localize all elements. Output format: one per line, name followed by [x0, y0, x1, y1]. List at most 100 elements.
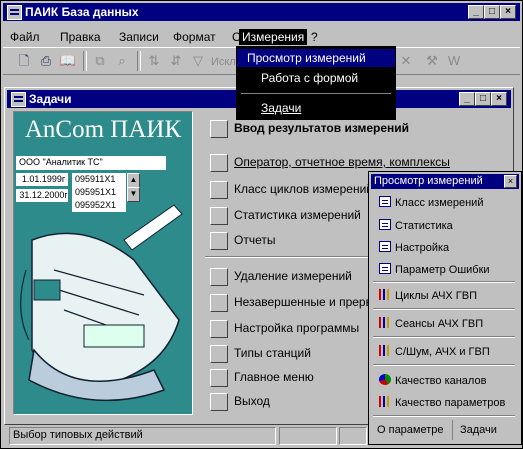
dropdown-item-label: Работа с формой — [261, 71, 359, 85]
palette-divider — [373, 308, 515, 310]
palette-divider — [373, 336, 515, 338]
palette-item-measure-class[interactable]: Класс измерений — [379, 196, 483, 209]
palette-tasks-button[interactable]: Задачи — [460, 424, 497, 436]
pie-chart-icon — [379, 374, 391, 385]
delete-measurements-label: Удаление измерений — [234, 269, 352, 283]
dropdown-separator — [241, 93, 391, 94]
palette-item-label: Настройка — [395, 242, 450, 254]
tasks-minimize-button[interactable]: _ — [459, 92, 475, 106]
palette-item-label: Качество параметров — [395, 397, 506, 409]
app-icon — [7, 5, 22, 20]
palette-item-cycles[interactable]: Циклы АЧХ ГВП — [379, 289, 477, 302]
find-icon[interactable]: ⌕ — [113, 52, 131, 70]
close-button[interactable]: × — [500, 5, 516, 19]
copy-icon[interactable]: ⧉ — [91, 52, 109, 70]
toolbar-separator — [137, 51, 141, 71]
exit-button[interactable] — [210, 393, 228, 411]
tasks-window-icon — [11, 92, 26, 107]
palette-about-button[interactable]: О параметре — [377, 424, 444, 436]
delete-measurements-button[interactable] — [210, 268, 228, 286]
main-menu-button[interactable] — [210, 369, 228, 387]
palette-item-settings[interactable]: Настройка — [379, 241, 449, 254]
palette-item-channel-quality[interactable]: Качество каналов — [379, 374, 486, 387]
menubar: Файл Правка Записи Формат Окно Измерения… — [3, 28, 520, 46]
telephone-illustration — [20, 204, 183, 402]
maximize-button[interactable]: □ — [484, 5, 500, 19]
filter-icon[interactable]: ▽ — [189, 52, 207, 70]
view-measurements-palette: Просмотр измерений × Класс измерений Ста… — [368, 171, 522, 445]
book-icon[interactable]: 📖 — [59, 52, 77, 70]
unfinished-label: Незавершенные и прерва — [234, 295, 379, 309]
date-from-field[interactable]: 1.01.1999г — [16, 173, 68, 186]
palette-close-button[interactable]: × — [504, 175, 517, 188]
palette-vseparator — [452, 420, 453, 440]
toolbar-separator — [83, 51, 87, 71]
code-item[interactable]: 095911X1 — [75, 173, 126, 186]
station-types-button[interactable] — [210, 345, 228, 363]
status-panel — [279, 427, 337, 445]
tasks-maximize-button[interactable]: □ — [475, 92, 491, 106]
palette-item-parameter-quality[interactable]: Качество параметров — [379, 396, 505, 409]
palette-item-parameter-errors[interactable]: Параметр Ошибки — [379, 263, 490, 276]
tasks-title: Задачи — [29, 92, 72, 106]
preview-icon[interactable]: 🗋 — [15, 52, 33, 70]
cycle-class-label: Класс циклов измерений — [234, 182, 373, 196]
chart-icon — [379, 345, 391, 356]
menu-measurements[interactable]: Измерения — [239, 29, 308, 45]
palette-divider — [373, 281, 515, 283]
app-titlebar[interactable]: ПАИК База данных _ □ × — [3, 3, 520, 21]
main-menu-label: Главное меню — [234, 370, 314, 384]
input-results-button[interactable] — [210, 120, 228, 138]
palette-item-statistics[interactable]: Статистика — [379, 219, 453, 232]
menu-records[interactable]: Записи — [116, 30, 162, 44]
palette-divider — [373, 364, 515, 366]
unfinished-button[interactable] — [210, 294, 228, 312]
operator-button[interactable] — [210, 154, 228, 172]
statistics-button[interactable] — [210, 207, 228, 225]
divider — [205, 256, 370, 258]
info-panel: AnCom ПАИК ООО "Аналитик ТС" 1.01.1999г … — [13, 111, 193, 415]
menu-file[interactable]: Файл — [7, 30, 43, 44]
dropdown-item-view-measurements[interactable]: Просмотр измерений — [237, 49, 395, 67]
form-icon — [379, 219, 391, 230]
tasks-close-button[interactable]: × — [491, 92, 507, 106]
wizard-icon[interactable]: W — [445, 52, 463, 70]
station-types-label: Типы станций — [234, 346, 311, 360]
status-bar: Выбор типовых действий — [9, 427, 276, 445]
palette-item-sessions[interactable]: Сеансы АЧХ ГВП — [379, 317, 483, 330]
palette-titlebar[interactable]: Просмотр измерений × — [371, 174, 519, 189]
tools-icon[interactable]: ⚒ — [423, 52, 441, 70]
reports-label: Отчеты — [234, 233, 276, 247]
palette-item-label: Сеансы АЧХ ГВП — [395, 318, 484, 330]
code-item[interactable]: 095951X1 — [75, 186, 126, 199]
program-settings-label: Настройка программы — [234, 321, 360, 335]
reports-button[interactable] — [210, 232, 228, 250]
cycle-class-button[interactable] — [210, 181, 228, 199]
dropdown-item-tasks[interactable]: Задачи — [237, 99, 395, 117]
sort-desc-icon[interactable]: ⇵ — [167, 52, 185, 70]
input-results-heading[interactable]: Ввод результатов измерений — [234, 121, 409, 135]
palette-item-snr[interactable]: С/Шум, АЧХ и ГВП — [379, 345, 490, 358]
dropdown-item-label: Просмотр измерений — [247, 51, 366, 65]
sort-asc-icon[interactable]: ⇅ — [145, 52, 163, 70]
program-settings-button[interactable] — [210, 320, 228, 338]
menu-edit[interactable]: Правка — [57, 30, 104, 44]
minimize-button[interactable]: _ — [468, 5, 484, 19]
scroll-up-icon[interactable]: ▲ — [127, 173, 140, 188]
print-icon[interactable]: ⎙ — [37, 52, 55, 70]
form-icon — [379, 196, 391, 207]
palette-item-label: Класс измерений — [395, 197, 484, 209]
status-panel — [339, 427, 367, 445]
app-title: ПАИК База данных — [25, 5, 139, 19]
form-icon — [379, 241, 391, 252]
ancom-logo: AnCom ПАИК — [24, 116, 182, 143]
operator-link[interactable]: Оператор, отчетное время, комплексы — [234, 155, 450, 169]
chart-icon — [379, 396, 391, 407]
palette-title: Просмотр измерений — [374, 175, 483, 187]
chart-icon — [379, 289, 391, 300]
delete-icon[interactable]: ✕ — [397, 52, 415, 70]
menu-help[interactable]: ? — [308, 30, 321, 44]
organization-field[interactable]: ООО "Аналитик ТС" — [16, 156, 166, 170]
dropdown-item-form-work[interactable]: Работа с формой — [237, 69, 395, 87]
menu-format[interactable]: Формат — [170, 30, 219, 44]
